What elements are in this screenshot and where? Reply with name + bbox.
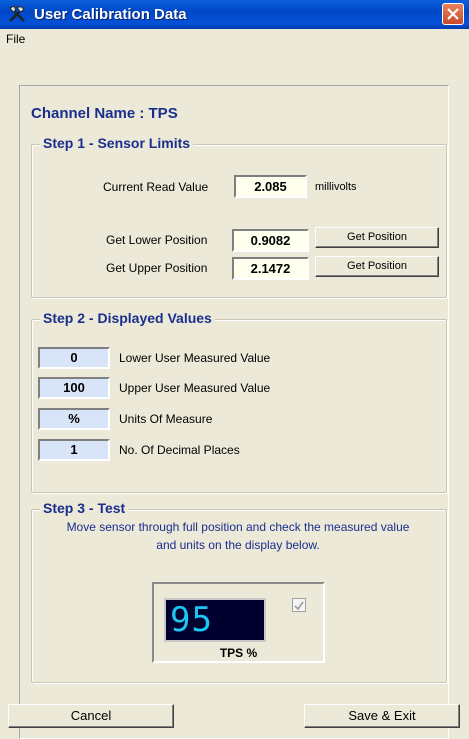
lcd-value: 95 bbox=[170, 600, 213, 640]
lcd-display: 95 bbox=[164, 598, 266, 642]
test-display: 95 TPS % bbox=[152, 582, 325, 663]
get-upper-position-button[interactable]: Get Position bbox=[315, 256, 439, 277]
step3-description: Move sensor through full position and ch… bbox=[28, 518, 448, 554]
current-unit: millivolts bbox=[315, 181, 357, 193]
close-icon bbox=[447, 8, 459, 20]
display-checkbox[interactable] bbox=[292, 598, 306, 612]
menu-bar: File bbox=[0, 29, 469, 49]
decimal-places-label: No. Of Decimal Places bbox=[119, 443, 240, 457]
current-read-label: Current Read Value bbox=[103, 180, 209, 194]
save-exit-button[interactable]: Save & Exit bbox=[304, 704, 460, 728]
step3-title: Step 3 - Test bbox=[40, 500, 129, 516]
current-read-value: 2.085 bbox=[234, 175, 307, 198]
tools-icon bbox=[8, 5, 26, 23]
step2-title: Step 2 - Displayed Values bbox=[40, 310, 215, 326]
lower-position-label: Get Lower Position bbox=[106, 233, 208, 247]
menu-file[interactable]: File bbox=[6, 32, 25, 46]
window-title: User Calibration Data bbox=[34, 6, 187, 23]
display-label: TPS % bbox=[219, 646, 258, 660]
cancel-button[interactable]: Cancel bbox=[8, 704, 174, 728]
lower-position-value: 0.9082 bbox=[232, 229, 309, 252]
upper-user-label: Upper User Measured Value bbox=[119, 381, 271, 395]
upper-user-value[interactable]: 100 bbox=[38, 377, 110, 399]
step2-group: Step 2 - Displayed Values bbox=[31, 310, 447, 493]
channel-name: Channel Name : TPS bbox=[31, 105, 178, 122]
lower-user-value[interactable]: 0 bbox=[38, 347, 110, 369]
step3-desc-line1: Move sensor through full position and ch… bbox=[66, 520, 410, 534]
units-label: Units Of Measure bbox=[119, 412, 213, 426]
step3-desc-line2: and units on the display below. bbox=[156, 538, 320, 552]
decimal-places-value[interactable]: 1 bbox=[38, 439, 110, 461]
step1-title: Step 1 - Sensor Limits bbox=[40, 135, 194, 151]
close-button[interactable] bbox=[442, 3, 464, 25]
upper-position-label: Get Upper Position bbox=[106, 261, 208, 275]
checkmark-icon bbox=[294, 601, 304, 611]
lower-user-label: Lower User Measured Value bbox=[119, 351, 271, 365]
upper-position-value: 2.1472 bbox=[232, 257, 309, 280]
title-bar[interactable]: User Calibration Data bbox=[0, 0, 469, 29]
get-lower-position-button[interactable]: Get Position bbox=[315, 227, 439, 248]
units-value[interactable]: % bbox=[38, 408, 110, 430]
